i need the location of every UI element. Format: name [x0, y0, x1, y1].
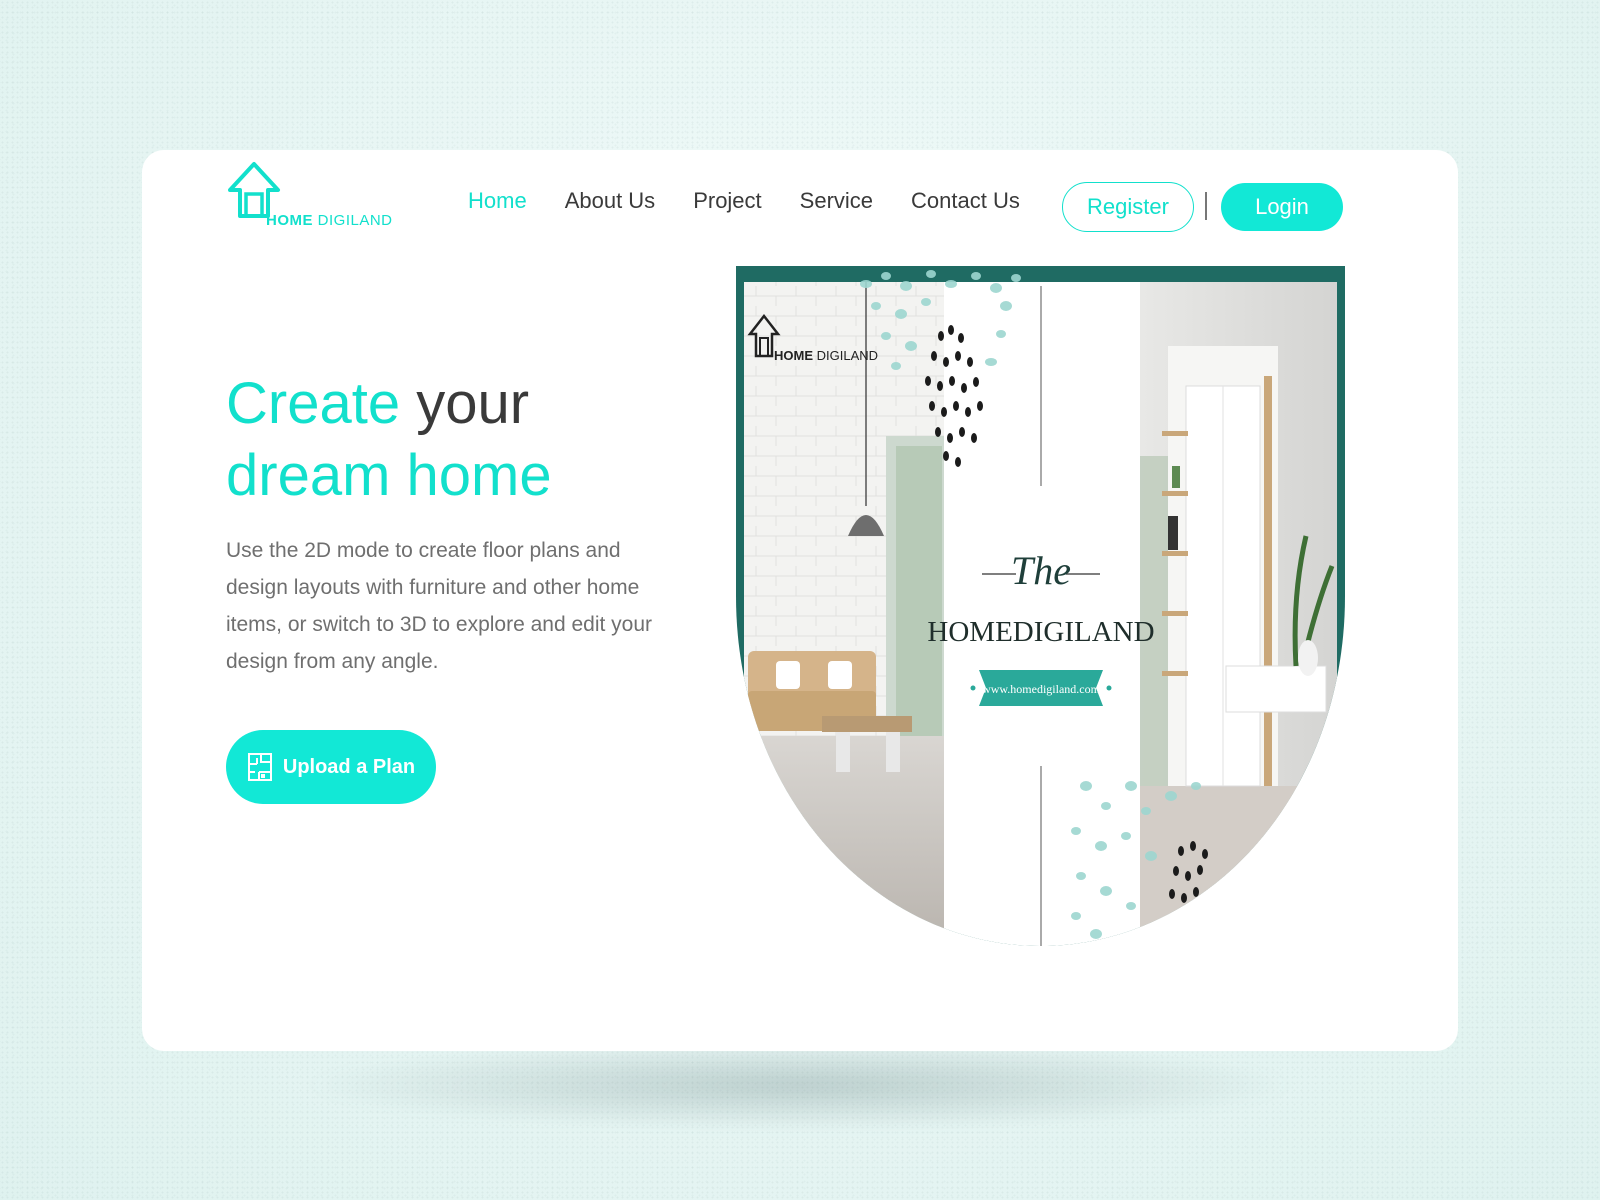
nav-contact-us[interactable]: Contact Us [911, 188, 1020, 214]
banner-brand-text: HOMEDIGILAND [927, 616, 1154, 648]
brand-name: HOME DIGILAND [266, 212, 393, 229]
nav-about-us[interactable]: About Us [565, 188, 656, 214]
header-divider [1205, 192, 1207, 220]
card-shadow [300, 1040, 1300, 1130]
hero-banner-image: HOME DIGILAND The HOMEDIGILAND www.homed… [736, 266, 1345, 946]
hero-title: Create your dream home [226, 371, 552, 508]
banner-logo-rest: DIGILAND [813, 348, 878, 363]
banner-the-text: The [1011, 548, 1071, 593]
upload-plan-label: Upload a Plan [282, 755, 416, 778]
page-card: HOME DIGILAND Home About Us Project Serv… [142, 150, 1458, 1051]
brand-logo[interactable]: HOME DIGILAND [226, 158, 406, 229]
nav-service[interactable]: Service [800, 188, 873, 214]
main-nav: Home About Us Project Service Contact Us [468, 188, 1058, 214]
banner-logo-bold: HOME [774, 348, 813, 363]
hero-description: Use the 2D mode to create floor plans an… [226, 539, 653, 673]
login-button[interactable]: Login [1221, 183, 1343, 231]
upload-plan-button[interactable]: Upload a Plan [226, 730, 436, 804]
banner-url: www.homedigiland.com [982, 682, 1101, 696]
svg-text:HOME DIGILAND: HOME DIGILAND [774, 348, 878, 363]
register-button[interactable]: Register [1062, 182, 1194, 232]
nav-home[interactable]: Home [468, 188, 527, 214]
floor-plan-icon [247, 753, 272, 781]
nav-project[interactable]: Project [693, 188, 761, 214]
